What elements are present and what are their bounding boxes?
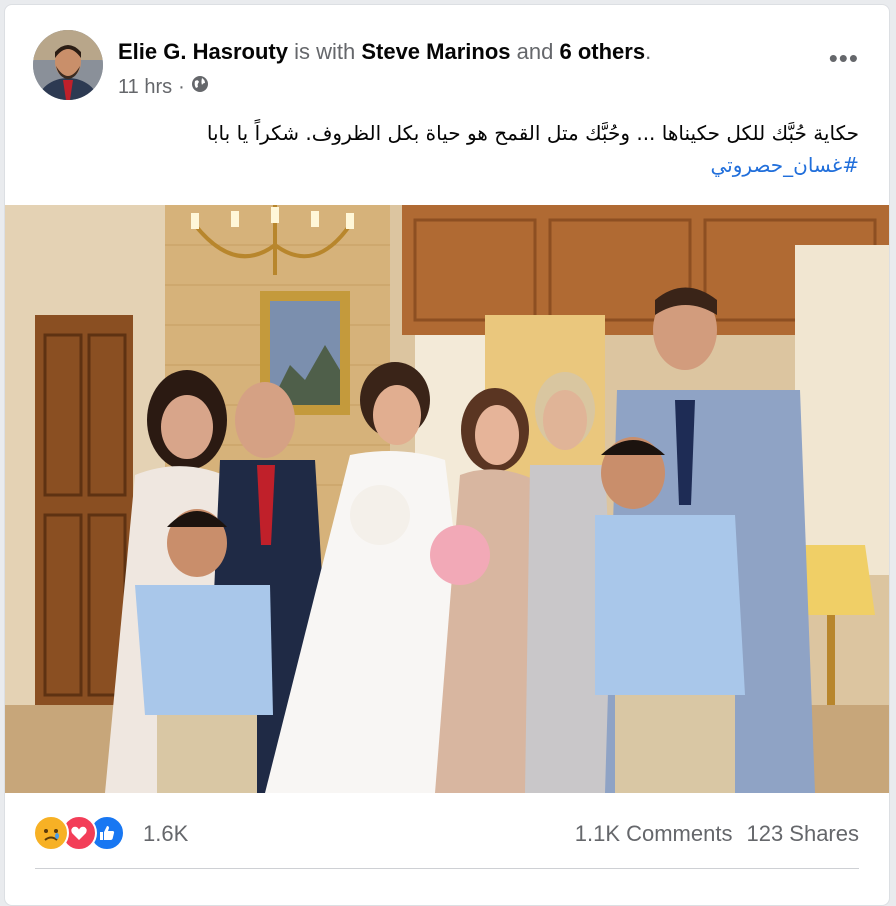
actions-divider	[35, 868, 859, 869]
reaction-icons[interactable]	[33, 815, 125, 851]
post-body: حكاية حُبَّك للكل حكيناها ... وحُبَّك مت…	[35, 117, 859, 181]
comments-count-link[interactable]: 1.1K Comments	[575, 821, 733, 847]
reactions-bar: 1.6K 1.1K Comments 123 Shares	[5, 805, 889, 865]
sad-react-icon	[33, 815, 69, 851]
title-period: .	[645, 39, 652, 64]
post-photo[interactable]	[5, 205, 889, 793]
post-meta: 11 hrs ·	[118, 75, 209, 99]
hashtag-link[interactable]: #غسان_حصروتي	[35, 149, 859, 181]
others-link[interactable]: 6 others	[559, 39, 645, 64]
globe-icon	[191, 75, 209, 99]
author-name-link[interactable]: Elie G. Hasrouty	[118, 39, 288, 64]
meta-separator: ·	[178, 75, 185, 98]
post-card: Elie G. Hasrouty is with Steve Marinos a…	[4, 4, 890, 906]
timestamp-link[interactable]: 11 hrs	[118, 76, 172, 99]
reaction-count[interactable]: 1.6K	[143, 821, 188, 847]
engagement-stats: 1.1K Comments 123 Shares	[575, 821, 859, 847]
with-text: is with	[294, 39, 356, 64]
author-avatar[interactable]	[33, 30, 103, 100]
shares-count-link[interactable]: 123 Shares	[746, 821, 859, 847]
post-header: Elie G. Hasrouty is with Steve Marinos a…	[5, 5, 889, 115]
tagged-name-link[interactable]: Steve Marinos	[361, 39, 510, 64]
post-title-line: Elie G. Hasrouty is with Steve Marinos a…	[118, 39, 651, 65]
post-message: حكاية حُبَّك للكل حكيناها ... وحُبَّك مت…	[206, 121, 859, 145]
and-text: and	[516, 39, 554, 64]
more-options-button[interactable]: •••	[829, 45, 859, 71]
